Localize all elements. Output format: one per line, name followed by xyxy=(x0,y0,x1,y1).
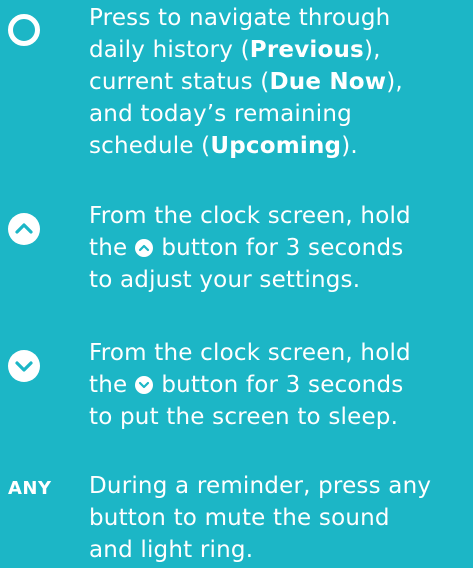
text-line: and today’s remaining xyxy=(89,101,352,127)
text-line: to adjust your settings. xyxy=(89,267,361,293)
text-fragment: daily history ( xyxy=(89,37,250,63)
text-line: From the clock screen, hold xyxy=(89,203,411,229)
instruction-sleep-text: From the clock screen, hold the button fo… xyxy=(89,337,411,433)
text-line: the button for 3 seconds xyxy=(89,369,411,401)
text-line: From the clock screen, hold xyxy=(89,340,411,366)
text-line: daily history (Previous), xyxy=(89,34,403,66)
text-line: the button for 3 seconds xyxy=(89,232,411,264)
any-button-label: ANY xyxy=(8,478,52,499)
instruction-mute-text: During a reminder, press any button to m… xyxy=(89,470,431,566)
circle-icon xyxy=(8,14,40,46)
instruction-navigate-text: Press to navigate through daily history … xyxy=(89,2,403,162)
text-fragment: ), xyxy=(363,37,381,63)
text-fragment: the xyxy=(89,235,128,261)
text-fragment: schedule ( xyxy=(89,133,211,159)
text-line: schedule (Upcoming). xyxy=(89,130,403,162)
text-fragment: current status ( xyxy=(89,69,270,95)
text-line: and light ring. xyxy=(89,537,254,563)
bold-term-upcoming: Upcoming xyxy=(210,133,342,159)
text-fragment: ), xyxy=(386,69,403,95)
text-line: button to mute the sound xyxy=(89,505,390,531)
bold-term-due-now: Due Now xyxy=(269,69,387,95)
instruction-settings-text: From the clock screen, hold the button fo… xyxy=(89,200,411,296)
chevron-down-icon xyxy=(135,376,154,394)
text-fragment: button for 3 seconds xyxy=(161,372,404,398)
text-line: Press to navigate through xyxy=(89,5,391,31)
text-line: to put the screen to sleep. xyxy=(89,404,399,430)
bold-term-previous: Previous xyxy=(249,37,364,63)
text-fragment: button for 3 seconds xyxy=(161,235,404,261)
text-fragment: the xyxy=(89,372,128,398)
text-line: current status (Due Now), xyxy=(89,66,403,98)
chevron-up-icon xyxy=(8,213,40,245)
chevron-down-icon xyxy=(8,350,40,382)
chevron-up-icon xyxy=(135,239,154,257)
text-line: During a reminder, press any xyxy=(89,473,432,499)
text-fragment: ). xyxy=(341,133,358,159)
